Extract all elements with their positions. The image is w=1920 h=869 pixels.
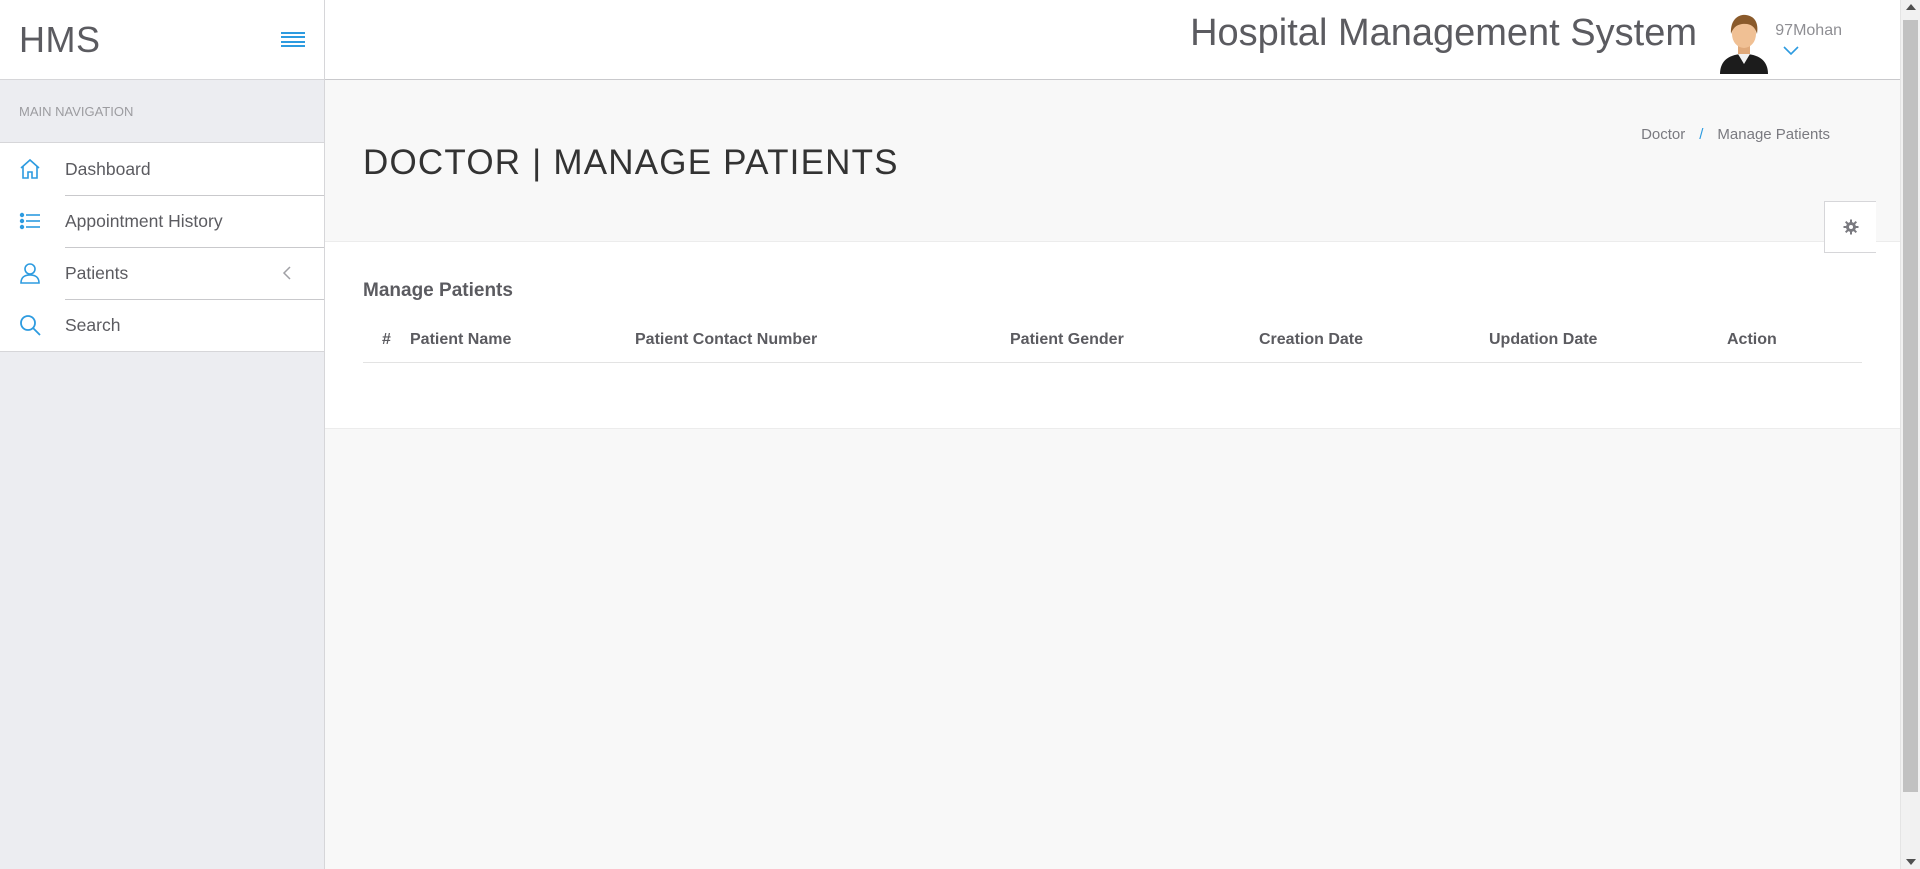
breadcrumb-doctor[interactable]: Doctor [1641, 126, 1685, 143]
column-gender: Patient Gender [1010, 318, 1259, 363]
scroll-up-icon[interactable] [1906, 4, 1916, 10]
page-title: DOCTOR | MANAGE PATIENTS [363, 143, 899, 182]
panel-title-prefix: Manage [363, 280, 434, 301]
breadcrumb: Doctor / Manage Patients [1641, 126, 1830, 143]
sidebar-item-appointment-history[interactable]: Appointment History [0, 195, 324, 247]
top-bar: Hospital Management System 97Mohan [325, 0, 1900, 80]
table-header-row: # Patient Name Patient Contact Number Pa… [363, 318, 1862, 363]
brand-logo[interactable]: HMS [19, 19, 101, 61]
user-name[interactable]: 97Mohan [1775, 22, 1842, 40]
breadcrumb-current: Manage Patients [1717, 126, 1830, 143]
manage-patients-panel: Manage Patients # Patient Name Patient C… [325, 242, 1900, 429]
vertical-scrollbar[interactable] [1900, 0, 1920, 869]
column-number: # [363, 318, 410, 363]
scroll-thumb[interactable] [1903, 20, 1918, 792]
user-icon [18, 261, 42, 285]
column-contact-number: Patient Contact Number [635, 318, 1010, 363]
column-patient-name: Patient Name [410, 318, 635, 363]
patients-table: # Patient Name Patient Contact Number Pa… [363, 318, 1862, 363]
sidebar-item-search[interactable]: Search [0, 299, 324, 351]
scroll-down-icon[interactable] [1906, 859, 1916, 865]
menu-toggle-icon[interactable] [281, 30, 305, 50]
column-creation-date: Creation Date [1259, 318, 1489, 363]
column-action: Action [1727, 318, 1862, 363]
brand-bar: HMS [0, 0, 324, 80]
sidebar-item-patients[interactable]: Patients [0, 247, 324, 299]
gear-icon [1843, 219, 1858, 235]
search-icon [18, 313, 42, 337]
sidebar-item-label: Dashboard [65, 158, 151, 179]
breadcrumb-separator: / [1699, 126, 1704, 143]
sidebar-item-label: Patients [65, 262, 129, 283]
sidebar-item-label: Appointment History [65, 210, 223, 231]
nav-list: Dashboard Appointment History Patients S… [0, 143, 324, 352]
page-header: DOCTOR | MANAGE PATIENTS Doctor / Manage… [325, 81, 1900, 253]
panel-title-bold: Patients [439, 280, 513, 301]
sidebar-item-label: Search [65, 314, 121, 335]
avatar[interactable] [1716, 12, 1772, 74]
settings-button[interactable] [1824, 201, 1876, 253]
sidebar: HMS MAIN NAVIGATION Dashboard Appointmen… [0, 0, 325, 869]
nav-header: MAIN NAVIGATION [0, 80, 324, 143]
chevron-left-icon[interactable] [280, 264, 294, 282]
panel-title: Manage Patients [363, 280, 1862, 302]
chevron-down-icon[interactable] [1782, 44, 1800, 56]
column-updation-date: Updation Date [1489, 318, 1727, 363]
home-icon [18, 157, 42, 181]
app-title: Hospital Management System [1190, 12, 1697, 54]
sidebar-item-dashboard[interactable]: Dashboard [0, 143, 324, 195]
list-icon [18, 209, 42, 233]
main-content: DOCTOR | MANAGE PATIENTS Doctor / Manage… [325, 81, 1900, 429]
